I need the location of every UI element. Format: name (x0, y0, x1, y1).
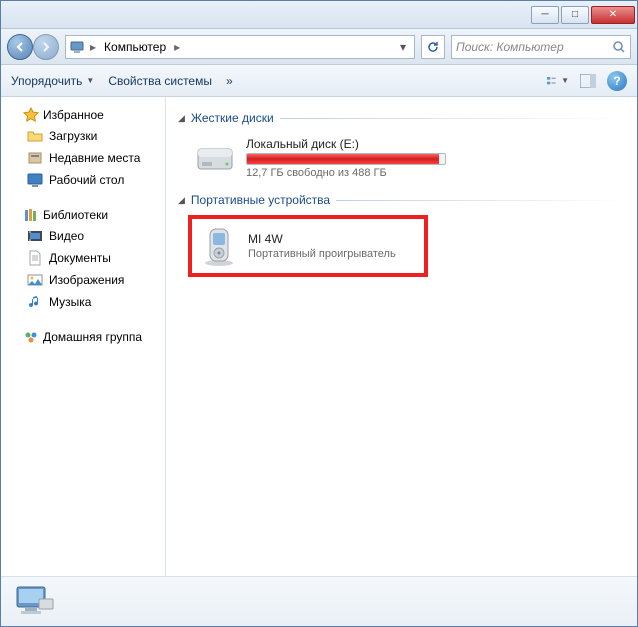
computer-icon (68, 38, 86, 56)
capacity-bar (246, 153, 446, 165)
content-body: Избранное Загрузки Недавние места Рабочи… (1, 97, 637, 576)
preview-pane-button[interactable] (577, 70, 599, 92)
group-header-drives[interactable]: ◢ Жесткие диски (178, 111, 625, 125)
navigation-pane: Избранное Загрузки Недавние места Рабочи… (1, 97, 166, 576)
nav-bar: ▸ Компьютер ▸ ▾ Поиск: Компьютер (1, 29, 637, 65)
toolbar: Упорядочить▼ Свойства системы » ▼ ? (1, 65, 637, 97)
back-button[interactable] (7, 34, 33, 60)
address-dropdown-icon[interactable]: ▾ (394, 40, 412, 54)
sidebar-item-recent[interactable]: Недавние места (5, 147, 161, 169)
breadcrumb-segment[interactable]: Компьютер (100, 40, 170, 54)
search-box[interactable]: Поиск: Компьютер (451, 35, 631, 59)
libraries-icon (23, 207, 39, 223)
star-icon (23, 107, 39, 123)
status-bar (1, 576, 637, 626)
sidebar-item-music[interactable]: Музыка (5, 291, 161, 313)
sidebar-item-video[interactable]: Видео (5, 225, 161, 247)
sidebar-libraries[interactable]: Библиотеки (5, 205, 161, 225)
refresh-button[interactable] (421, 35, 445, 59)
search-icon (612, 40, 626, 54)
sidebar-item-downloads[interactable]: Загрузки (5, 125, 161, 147)
sidebar-favorites[interactable]: Избранное (5, 105, 161, 125)
forward-button[interactable] (33, 34, 59, 60)
portable-player-icon (200, 225, 238, 267)
video-icon (27, 228, 43, 244)
recent-icon (27, 150, 43, 166)
sidebar-item-desktop[interactable]: Рабочий стол (5, 169, 161, 191)
desktop-icon (27, 172, 43, 188)
computer-large-icon (13, 583, 55, 621)
sidebar-item-documents[interactable]: Документы (5, 247, 161, 269)
titlebar: ─ □ ✕ (1, 1, 637, 29)
help-button[interactable]: ? (607, 71, 627, 91)
content-pane: ◢ Жесткие диски Локальный диск (E:) 12,7… (166, 97, 637, 576)
group-header-portable[interactable]: ◢ Портативные устройства (178, 193, 625, 207)
sidebar-homegroup[interactable]: Домашняя группа (5, 327, 161, 347)
device-subtitle: Портативный проигрыватель (248, 248, 396, 260)
toolbar-overflow[interactable]: » (226, 74, 233, 88)
device-name: MI 4W (248, 232, 396, 246)
drive-free-text: 12,7 ГБ свободно из 488 ГБ (246, 167, 619, 179)
search-placeholder: Поиск: Компьютер (456, 40, 564, 54)
breadcrumb-arrow-icon[interactable]: ▸ (88, 40, 98, 54)
pictures-icon (27, 272, 43, 288)
explorer-window: ─ □ ✕ ▸ Компьютер ▸ ▾ Поиск: Компьютер (0, 0, 638, 627)
drive-name: Локальный диск (E:) (246, 137, 619, 151)
breadcrumb-arrow-icon[interactable]: ▸ (172, 40, 182, 54)
hdd-icon (194, 137, 236, 179)
collapse-icon[interactable]: ◢ (178, 113, 185, 124)
view-options-button[interactable]: ▼ (547, 70, 569, 92)
sidebar-item-pictures[interactable]: Изображения (5, 269, 161, 291)
drive-item[interactable]: Локальный диск (E:) 12,7 ГБ свободно из … (188, 133, 625, 183)
minimize-button[interactable]: ─ (531, 6, 559, 24)
close-button[interactable]: ✕ (591, 6, 635, 24)
maximize-button[interactable]: □ (561, 6, 589, 24)
homegroup-icon (23, 329, 39, 345)
collapse-icon[interactable]: ◢ (178, 195, 185, 206)
music-icon (27, 294, 43, 310)
device-item-highlighted[interactable]: MI 4W Портативный проигрыватель (188, 215, 428, 277)
address-bar[interactable]: ▸ Компьютер ▸ ▾ (65, 35, 415, 59)
folder-icon (27, 128, 43, 144)
documents-icon (27, 250, 43, 266)
organize-menu[interactable]: Упорядочить▼ (11, 74, 94, 88)
system-properties-button[interactable]: Свойства системы (108, 74, 212, 88)
